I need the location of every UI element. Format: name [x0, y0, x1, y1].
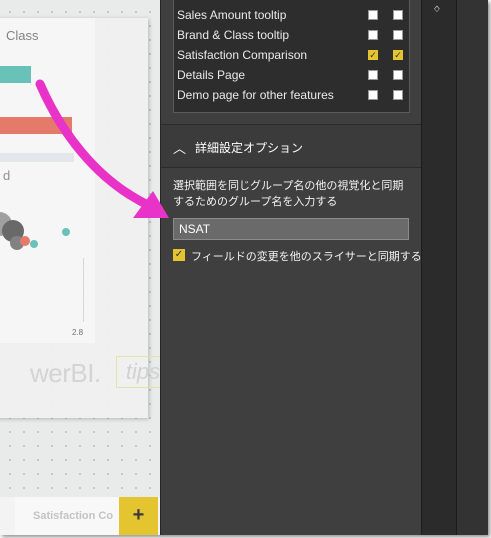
visual-area: Class d 2.8 — [0, 18, 95, 343]
report-canvas[interactable]: Class d 2.8 werBI. tips Satisfaction Co … — [0, 0, 170, 535]
scatter-point — [62, 228, 70, 236]
card-title: Class — [6, 28, 39, 43]
page-name: Demo page for other features — [177, 88, 334, 102]
chevron-up-icon: ︿ — [173, 141, 187, 156]
bar-light — [0, 153, 74, 162]
sync-checkbox[interactable] — [368, 30, 378, 40]
eye-icon[interactable]: ᛜ — [433, 2, 441, 17]
page-tab-bar: Satisfaction Co + — [0, 497, 160, 535]
sync-field-checkbox[interactable]: ✓ — [173, 249, 185, 261]
visible-checkbox[interactable] — [393, 70, 403, 80]
bar-red — [0, 117, 72, 134]
table-row: Details Page — [174, 65, 409, 85]
sync-checkbox[interactable] — [368, 70, 378, 80]
visible-checkbox[interactable] — [393, 90, 403, 100]
sync-pages-table: Sales Amount tooltip Brand & Class toolt… — [173, 0, 410, 113]
axis-line — [83, 258, 84, 322]
side-pane-strip: ᛜ — [421, 0, 456, 535]
add-page-button[interactable]: + — [119, 497, 158, 535]
sync-checkbox[interactable] — [368, 90, 378, 100]
bar-teal — [0, 66, 31, 83]
watermark-text: werBI. — [30, 358, 101, 388]
page-name: Satisfaction Comparison — [177, 48, 308, 62]
visible-checkbox[interactable]: ✓ — [393, 50, 403, 60]
scatter-point — [20, 236, 30, 246]
group-name-description: 選択範囲を同じグループ名の他の視覚化と同期するためのグループ名を入力する — [173, 180, 404, 208]
table-row: Satisfaction Comparison ✓ ✓ — [174, 45, 409, 65]
advanced-options-title: 詳細設定オプション — [195, 141, 304, 155]
page-tab-satisfaction[interactable]: Satisfaction Co — [15, 497, 119, 535]
sync-checkbox[interactable] — [368, 10, 378, 20]
card-label: d — [3, 168, 11, 183]
page-name: Sales Amount tooltip — [177, 8, 287, 22]
app-window: Class d 2.8 werBI. tips Satisfaction Co … — [0, 0, 488, 535]
table-row: Sales Amount tooltip — [174, 5, 409, 25]
table-row: Brand & Class tooltip — [174, 25, 409, 45]
axis-tick-label: 2.8 — [72, 328, 84, 337]
group-name-input[interactable]: NSAT — [173, 218, 409, 240]
advanced-options-header[interactable]: ︿ 詳細設定オプション — [161, 124, 422, 168]
scatter-point — [30, 240, 38, 248]
sync-slicers-panel: Sales Amount tooltip Brand & Class toolt… — [160, 0, 422, 535]
sync-field-label: フィールドの変更を他のスライサーと同期する — [191, 251, 422, 263]
sync-checkbox[interactable]: ✓ — [368, 50, 378, 60]
visible-checkbox[interactable] — [393, 10, 403, 20]
visible-checkbox[interactable] — [393, 30, 403, 40]
side-pane-strip — [456, 0, 488, 535]
page-name: Details Page — [177, 68, 246, 82]
plus-icon: + — [132, 504, 145, 526]
table-row: Demo page for other features — [174, 85, 409, 105]
page-name: Brand & Class tooltip — [177, 28, 290, 42]
